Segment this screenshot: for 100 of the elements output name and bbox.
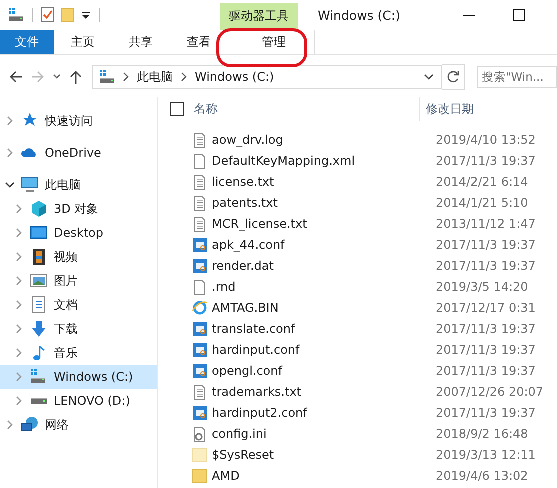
- search-field[interactable]: 搜索"Win...: [477, 66, 557, 88]
- file-name[interactable]: aow_drv.log: [212, 132, 432, 146]
- checkbox[interactable]: [170, 102, 184, 116]
- config-file-icon: [192, 362, 208, 378]
- file-name[interactable]: apk_44.conf: [212, 238, 432, 252]
- text-file-icon: [192, 132, 208, 148]
- ribbon-tab[interactable]: 查看: [170, 30, 228, 54]
- drive-icon: [99, 69, 115, 85]
- ribbon-tab[interactable]: 主页: [54, 30, 112, 54]
- nav-item[interactable]: 3D 对象: [0, 197, 157, 221]
- config-file-icon: [192, 236, 208, 252]
- file-date: 2014/1/21 5:10: [436, 196, 528, 210]
- up-arrow-icon[interactable]: [68, 69, 84, 85]
- nav-item[interactable]: 快速访问: [0, 109, 157, 133]
- document-icon: [30, 296, 48, 314]
- file-name[interactable]: patents.txt: [212, 196, 432, 210]
- file-name[interactable]: hardinput2.conf: [212, 406, 432, 420]
- refresh-icon[interactable]: [446, 70, 460, 84]
- file-name[interactable]: opengl.conf: [212, 364, 432, 378]
- file-name[interactable]: AMD: [212, 468, 432, 482]
- chevron-right-icon: [179, 71, 189, 83]
- maximize-icon[interactable]: [513, 9, 525, 21]
- drive-icon: [30, 368, 48, 386]
- file-name[interactable]: MCR_license.txt: [212, 216, 432, 230]
- file-icon: [192, 152, 208, 168]
- file-date: 2017/11/3 19:37: [436, 258, 536, 272]
- file-name[interactable]: hardinput.conf: [212, 342, 432, 356]
- chevron-down-icon[interactable]: [5, 180, 15, 190]
- folder-icon[interactable]: [61, 7, 75, 23]
- file-name[interactable]: config.ini: [212, 426, 432, 440]
- chevron-right-icon[interactable]: [14, 348, 24, 358]
- file-name[interactable]: translate.conf: [212, 322, 432, 336]
- config-file-icon: [192, 342, 208, 358]
- file-date: 2019/3/13 12:11: [436, 448, 536, 462]
- text-file-icon: [192, 194, 208, 210]
- file-name[interactable]: DefaultKeyMapping.xml: [212, 154, 432, 168]
- nav-item[interactable]: 此电脑: [0, 173, 157, 197]
- folder-icon: [192, 446, 208, 462]
- nav-item[interactable]: 视频: [0, 245, 157, 269]
- file-icon: [192, 278, 208, 294]
- file-date: 2017/11/3 19:37: [436, 238, 536, 252]
- breadcrumb[interactable]: Windows (C:): [195, 70, 274, 84]
- file-name[interactable]: trademarks.txt: [212, 384, 432, 398]
- file-name[interactable]: $SysReset: [212, 448, 432, 462]
- nav-item[interactable]: 网络: [0, 413, 157, 437]
- file-name[interactable]: .rnd: [212, 280, 432, 294]
- chevron-right-icon: [121, 71, 131, 83]
- chevron-right-icon[interactable]: [14, 276, 24, 286]
- chevron-right-icon[interactable]: [14, 204, 24, 214]
- properties-icon[interactable]: [41, 7, 55, 23]
- nav-item[interactable]: OneDrive: [0, 141, 157, 165]
- file-name[interactable]: render.dat: [212, 258, 432, 272]
- file-menu-button[interactable]: 文件: [0, 30, 54, 54]
- nav-item[interactable]: LENOVO (D:): [0, 389, 157, 413]
- chevron-right-icon[interactable]: [14, 324, 24, 334]
- chevron-right-icon[interactable]: [5, 420, 15, 430]
- folder-icon: [192, 468, 208, 484]
- chevron-right-icon[interactable]: [5, 148, 15, 158]
- nav-item[interactable]: Desktop: [0, 221, 157, 245]
- text-file-icon: [192, 174, 208, 190]
- file-date: 2014/2/21 6:14: [436, 174, 528, 188]
- back-arrow-icon[interactable]: [8, 69, 24, 85]
- drive-icon: [8, 7, 24, 23]
- chevron-right-icon[interactable]: [5, 116, 15, 126]
- nav-item[interactable]: Windows (C:): [0, 365, 157, 389]
- breadcrumb[interactable]: 此电脑: [137, 68, 173, 86]
- nav-item[interactable]: 文档: [0, 293, 157, 317]
- file-date: 2017/12/17 0:31: [436, 300, 536, 314]
- drive-icon: [31, 398, 47, 404]
- chevron-right-icon[interactable]: [14, 252, 24, 262]
- ribbon-tab[interactable]: 管理: [234, 30, 315, 54]
- config-file-icon: [192, 404, 208, 420]
- nav-item[interactable]: 图片: [0, 269, 157, 293]
- column-header[interactable]: 修改日期: [419, 97, 474, 121]
- chevron-right-icon[interactable]: [14, 372, 24, 382]
- chevron-right-icon[interactable]: [14, 300, 24, 310]
- file-name[interactable]: AMTAG.BIN: [212, 300, 432, 314]
- text-file-icon: [192, 384, 208, 400]
- address-bar[interactable]: 此电脑 Windows (C:): [92, 65, 442, 89]
- chevron-right-icon[interactable]: [14, 228, 24, 238]
- column-header[interactable]: 名称: [194, 100, 409, 118]
- ribbon-tab[interactable]: 共享: [112, 30, 170, 54]
- file-date: 2017/11/3 19:37: [436, 364, 536, 378]
- film-icon: [30, 248, 48, 266]
- config-file-icon: [192, 320, 208, 336]
- chevron-right-icon[interactable]: [14, 396, 24, 406]
- file-date: 2013/11/12 1:47: [436, 216, 536, 230]
- text-file-icon: [192, 216, 208, 232]
- file-name[interactable]: license.txt: [212, 174, 432, 188]
- forward-arrow-icon[interactable]: [30, 69, 46, 85]
- nav-item[interactable]: 下载: [0, 317, 157, 341]
- file-date: 2019/3/5 14:20: [436, 280, 528, 294]
- cube-icon: [30, 200, 48, 218]
- nav-item[interactable]: 音乐: [0, 341, 157, 365]
- file-date: 2017/11/3 19:37: [436, 406, 536, 420]
- computer-icon: [21, 176, 39, 194]
- download-icon: [30, 320, 48, 338]
- context-tab-label: 驱动器工具: [220, 3, 298, 30]
- file-date: 2018/9/2 16:48: [436, 426, 528, 440]
- file-date: 2019/4/10 13:52: [436, 132, 536, 146]
